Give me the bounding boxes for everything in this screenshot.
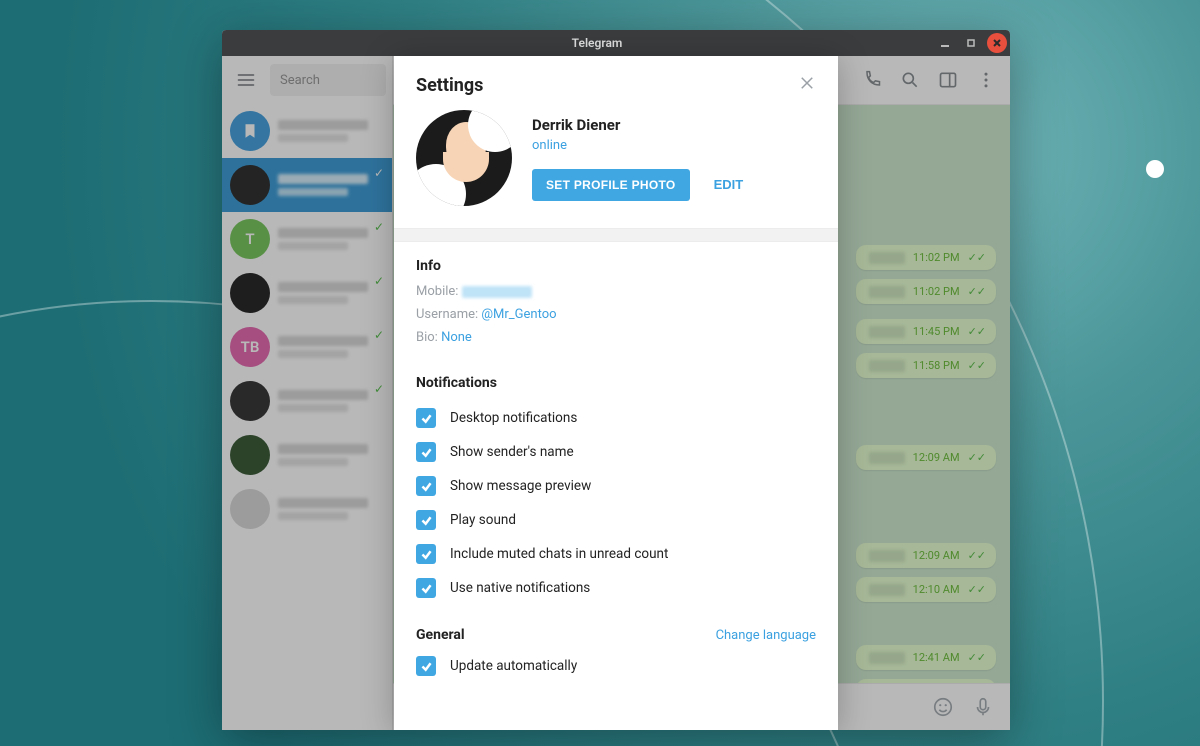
checkbox-row[interactable]: Show sender's name: [416, 435, 816, 469]
notifications-heading: Notifications: [416, 375, 816, 391]
checkbox-label: Show sender's name: [450, 444, 574, 460]
checkbox-icon: [416, 510, 436, 530]
checkbox-label: Show message preview: [450, 478, 591, 494]
checkbox-row[interactable]: Use native notifications: [416, 571, 816, 605]
change-language-link[interactable]: Change language: [716, 628, 816, 643]
divider: [394, 228, 838, 242]
checkbox-row[interactable]: Play sound: [416, 503, 816, 537]
username-row[interactable]: Username: @Mr_Gentoo: [416, 307, 816, 322]
checkbox-label: Update automatically: [450, 658, 577, 674]
settings-title: Settings: [416, 75, 798, 96]
profile-status: online: [532, 138, 749, 153]
checkbox-row[interactable]: Desktop notifications: [416, 401, 816, 435]
general-section-header: General Change language: [394, 611, 838, 649]
checkbox-icon: [416, 476, 436, 496]
modal-overlay[interactable]: Settings Derrik Diener online SET PROFIL…: [222, 56, 1010, 730]
app-window: Telegram Search ✓T✓✓TB✓✓: [222, 30, 1010, 730]
checkbox-row[interactable]: Include muted chats in unread count: [416, 537, 816, 571]
profile-name: Derrik Diener: [532, 116, 749, 134]
checkbox-icon: [416, 408, 436, 428]
checkbox-icon: [416, 578, 436, 598]
titlebar: Telegram: [222, 30, 1010, 56]
notifications-section: Notifications Desktop notifications Show …: [394, 359, 838, 611]
close-button[interactable]: [987, 33, 1007, 53]
window-title: Telegram: [262, 36, 932, 50]
checkbox-icon: [416, 544, 436, 564]
checkbox-row[interactable]: Show message preview: [416, 469, 816, 503]
wallpaper-dot: [1146, 160, 1164, 178]
settings-header: Settings: [394, 56, 838, 106]
minimize-button[interactable]: [935, 33, 955, 53]
checkbox-label: Use native notifications: [450, 580, 590, 596]
info-heading: Info: [416, 258, 816, 274]
bio-row[interactable]: Bio: None: [416, 330, 816, 345]
mobile-row[interactable]: Mobile:: [416, 284, 816, 299]
checkbox-label: Play sound: [450, 512, 516, 528]
checkbox-label: Include muted chats in unread count: [450, 546, 668, 562]
avatar[interactable]: [416, 110, 512, 206]
checkbox-icon: [416, 656, 436, 676]
checkbox-row[interactable]: Update automatically: [416, 649, 816, 683]
info-section: Info Mobile: Username: @Mr_Gentoo Bio: N…: [394, 242, 838, 359]
general-heading: General: [416, 627, 465, 643]
set-profile-photo-button[interactable]: SET PROFILE PHOTO: [532, 169, 690, 201]
maximize-button[interactable]: [961, 33, 981, 53]
close-icon[interactable]: [798, 74, 816, 96]
edit-button[interactable]: EDIT: [708, 176, 750, 193]
checkbox-icon: [416, 442, 436, 462]
checkbox-label: Desktop notifications: [450, 410, 577, 426]
desktop-wallpaper: Telegram Search ✓T✓✓TB✓✓: [0, 0, 1200, 746]
bio-value: None: [441, 330, 472, 345]
username-value: @Mr_Gentoo: [481, 307, 556, 322]
mobile-value-redacted: [462, 286, 532, 298]
settings-panel: Settings Derrik Diener online SET PROFIL…: [394, 56, 838, 730]
profile-section: Derrik Diener online SET PROFILE PHOTO E…: [394, 106, 838, 228]
